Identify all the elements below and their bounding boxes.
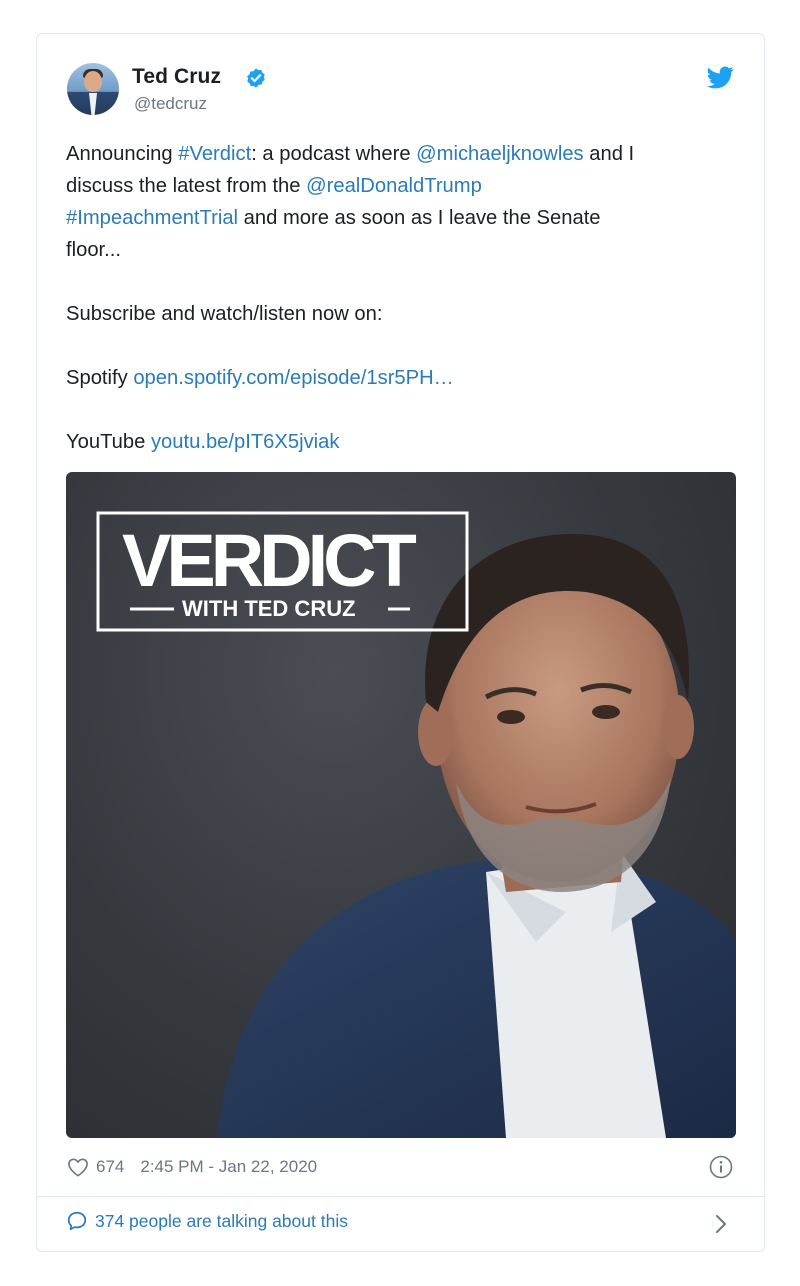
author-handle[interactable]: @tedcruz — [134, 94, 207, 114]
conversation-link[interactable]: 374 people are talking about this — [66, 1210, 348, 1232]
tweet-footer: 674 2:45 PM - Jan 22, 2020 — [66, 1155, 317, 1179]
tweet-card: Ted Cruz @tedcruz Announcing #Verdict: a… — [36, 33, 765, 1252]
mention-realdonaldtrump-link[interactable]: @realDonaldTrump — [306, 175, 482, 197]
speech-bubble-icon — [67, 1211, 87, 1231]
youtube-link[interactable]: youtu.be/pIT6X5jviak — [151, 431, 340, 453]
spotify-link[interactable]: open.spotify.com/episode/1sr5PH… — [133, 367, 454, 389]
info-icon[interactable] — [709, 1155, 733, 1179]
conversation-count-label: 374 people are talking about this — [95, 1210, 348, 1231]
spotify-label: Spotify — [66, 367, 134, 389]
author-avatar[interactable] — [67, 63, 119, 115]
tweet-text: Announcing #Verdict: a podcast where @mi… — [66, 138, 741, 458]
youtube-label: YouTube — [66, 431, 151, 453]
verified-badge-icon — [247, 68, 265, 88]
twitter-bird-icon[interactable] — [707, 64, 734, 91]
text-segment: Announcing — [66, 143, 179, 165]
hashtag-impeachmenttrial-link[interactable]: #ImpeachmentTrial — [66, 207, 238, 229]
footer-divider — [37, 1196, 764, 1197]
hashtag-verdict-link[interactable]: #Verdict — [178, 143, 251, 165]
chevron-right-icon[interactable] — [713, 1213, 729, 1235]
tweet-media-image[interactable]: VERDICT WITH TED CRUZ — [66, 472, 736, 1138]
mention-michaeljknowles-link[interactable]: @michaeljknowles — [416, 143, 583, 165]
text-segment: discuss the latest from the — [66, 175, 307, 197]
text-segment: and more as soon as I leave the Senate — [238, 207, 601, 229]
like-count[interactable]: 674 — [96, 1157, 124, 1177]
text-line: floor... — [66, 239, 121, 261]
author-display-name[interactable]: Ted Cruz — [132, 65, 221, 89]
text-line: Subscribe and watch/listen now on: — [66, 303, 383, 325]
text-segment: : a podcast where — [251, 143, 417, 165]
podcast-logo-subtitle: WITH TED CRUZ — [182, 596, 356, 621]
podcast-logo-title: VERDICT — [122, 519, 417, 602]
heart-icon[interactable] — [66, 1157, 90, 1177]
text-segment: and I — [583, 143, 635, 165]
tweet-timestamp[interactable]: 2:45 PM - Jan 22, 2020 — [140, 1157, 317, 1177]
